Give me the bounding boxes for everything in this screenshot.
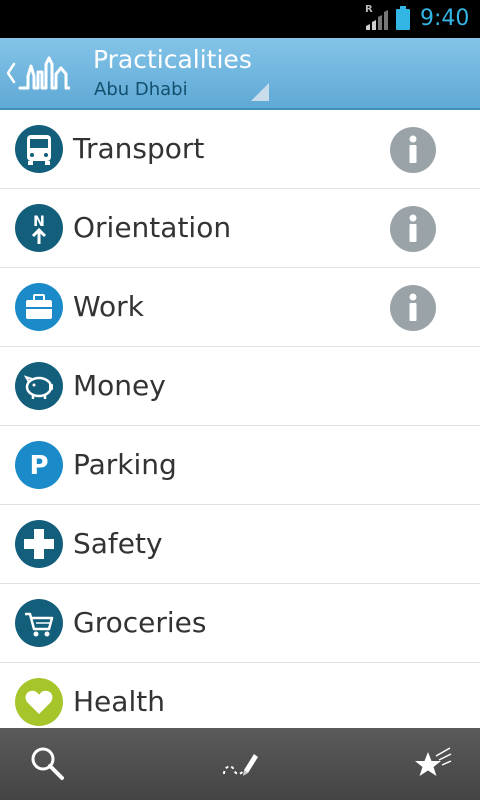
- list-item-label: Groceries: [73, 606, 207, 639]
- page-title: Practicalities: [93, 45, 252, 74]
- clock: 9:40: [420, 6, 470, 31]
- up-home-button[interactable]: [0, 38, 78, 108]
- bottom-toolbar: [0, 728, 480, 800]
- heart-icon: [15, 678, 63, 726]
- shopping-cart-icon: [15, 599, 63, 647]
- info-icon: [409, 214, 417, 242]
- piggy-bank-icon: [15, 362, 63, 410]
- info-button[interactable]: [390, 206, 436, 252]
- medical-cross-icon: [15, 520, 63, 568]
- list-item-label: Safety: [73, 527, 163, 560]
- list-item-parking[interactable]: P Parking: [0, 426, 480, 505]
- action-bar: Practicalities Abu Dhabi: [0, 38, 480, 110]
- bus-icon: [15, 125, 63, 173]
- info-icon: [409, 135, 417, 163]
- search-icon: [31, 747, 64, 780]
- info-button[interactable]: [390, 285, 436, 331]
- list-item-transport[interactable]: Transport: [0, 110, 480, 189]
- battery-icon: [396, 6, 410, 30]
- list-item-label: Transport: [73, 132, 205, 165]
- parking-letter: P: [29, 451, 48, 481]
- status-bar: R 9:40: [0, 0, 480, 38]
- list-item-health[interactable]: Health: [0, 663, 480, 728]
- pencil-trail-icon: [223, 754, 258, 776]
- chevron-left-icon: [6, 62, 16, 84]
- city-skyline-logo-icon: [18, 56, 70, 90]
- north-arrow-icon: N: [15, 204, 63, 252]
- list-item-label: Health: [73, 685, 165, 718]
- shooting-star-icon: [415, 747, 452, 776]
- list-item-label: Work: [73, 290, 144, 323]
- search-button[interactable]: [0, 728, 96, 800]
- category-list: Transport N Orientation Work Money P Par…: [0, 110, 480, 728]
- info-icon: [409, 293, 417, 321]
- north-letter: N: [33, 214, 45, 230]
- list-item-groceries[interactable]: Groceries: [0, 584, 480, 663]
- list-item-safety[interactable]: Safety: [0, 505, 480, 584]
- briefcase-icon: [15, 283, 63, 331]
- city-subtitle: Abu Dhabi: [94, 79, 188, 100]
- list-item-work[interactable]: Work: [0, 268, 480, 347]
- list-item-orientation[interactable]: N Orientation: [0, 189, 480, 268]
- draw-route-button[interactable]: [192, 728, 288, 800]
- parking-icon: P: [15, 441, 63, 489]
- roaming-indicator: R: [365, 4, 373, 15]
- info-button[interactable]: [390, 127, 436, 173]
- list-item-label: Orientation: [73, 211, 232, 244]
- favorites-button[interactable]: [384, 728, 480, 800]
- list-item-label: Parking: [73, 448, 177, 481]
- dropdown-corner-icon: [251, 83, 269, 101]
- list-item-money[interactable]: Money: [0, 347, 480, 426]
- list-item-label: Money: [73, 369, 166, 402]
